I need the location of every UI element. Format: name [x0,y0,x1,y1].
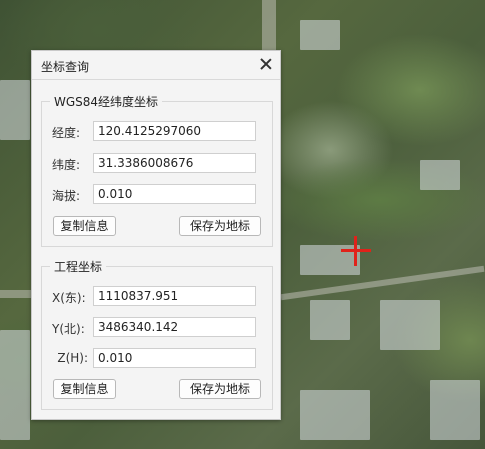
save-as-landmark-button[interactable]: 保存为地标 [179,216,261,236]
y-north-field[interactable] [93,317,256,337]
map-building [430,380,480,440]
y-north-row: Y(北): [42,317,272,339]
save-as-landmark-button[interactable]: 保存为地标 [179,379,261,399]
close-icon[interactable] [258,56,274,72]
engineering-group: 工程坐标 X(东): Y(北): Z(H): 复制信息 保存为地标 [41,258,273,410]
crosshair-icon [341,236,371,266]
coordinate-query-dialog: 坐标查询 WGS84经纬度坐标 经度: 纬度: 海拔: 复制信息 保存为地标 工… [31,50,281,420]
y-north-label: Y(北): [52,322,85,336]
engineering-group-title: 工程坐标 [50,258,107,275]
latitude-field[interactable] [93,153,256,173]
latitude-row: 纬度: [42,153,272,175]
altitude-label: 海拔: [52,189,81,203]
map-building [300,20,340,50]
z-height-field[interactable] [93,348,256,368]
map-building [420,160,460,190]
copy-info-button[interactable]: 复制信息 [53,216,116,236]
x-east-field[interactable] [93,286,256,306]
altitude-row: 海拔: [42,184,272,206]
longitude-row: 经度: [42,121,272,143]
wgs84-group-title: WGS84经纬度坐标 [50,93,163,110]
wgs84-group: WGS84经纬度坐标 经度: 纬度: 海拔: 复制信息 保存为地标 [41,93,273,247]
map-building [310,300,350,340]
map-building [300,390,370,440]
z-height-label: Z(H): [57,351,88,365]
z-height-row: Z(H): [42,348,272,370]
copy-info-button[interactable]: 复制信息 [53,379,116,399]
altitude-field[interactable] [93,184,256,204]
map-building [380,300,440,350]
longitude-field[interactable] [93,121,256,141]
dialog-title: 坐标查询 [41,60,90,74]
map-building [0,330,30,440]
longitude-label: 经度: [52,126,81,140]
latitude-label: 纬度: [52,158,81,172]
x-east-label: X(东): [52,291,86,305]
dialog-header: 坐标查询 [32,51,280,80]
x-east-row: X(东): [42,286,272,308]
map-building [0,80,30,140]
